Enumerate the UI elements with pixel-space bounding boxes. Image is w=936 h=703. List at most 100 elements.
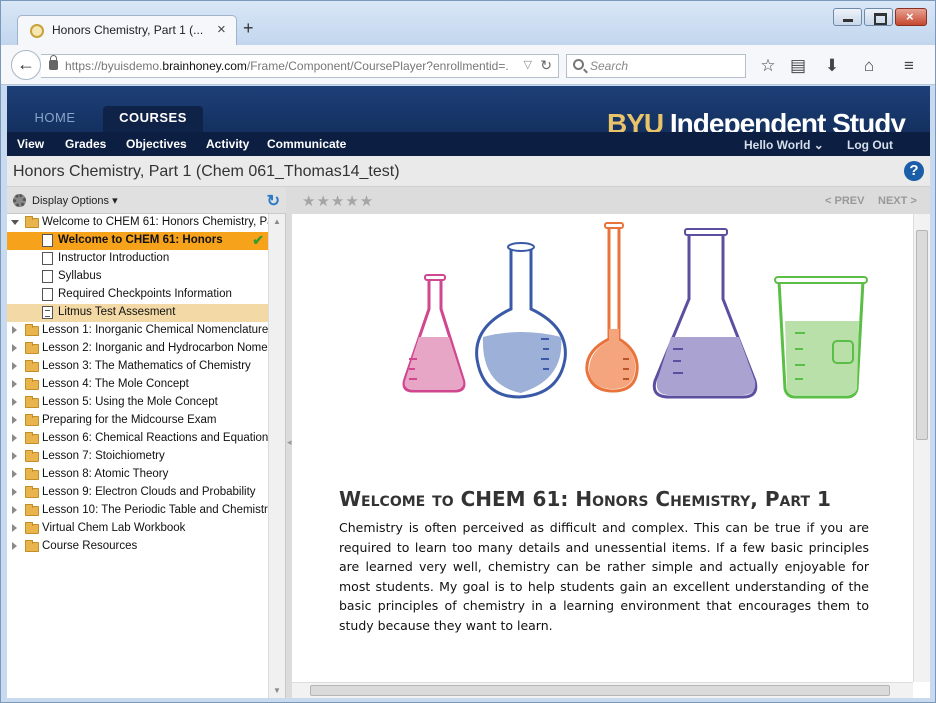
folder-icon: [25, 450, 39, 462]
pink-flask-icon: [402, 274, 466, 393]
tree-folder-lesson-7[interactable]: Lesson 7: Stoichiometry: [7, 448, 269, 466]
expand-icon[interactable]: [12, 344, 17, 352]
folder-icon: [25, 378, 39, 390]
tree-folder-welcome[interactable]: Welcome to CHEM 61: Honors Chemistry, Pa…: [7, 214, 269, 232]
folder-icon: [25, 216, 39, 228]
tree-folder-lesson-5[interactable]: Lesson 5: Using the Mole Concept: [7, 394, 269, 412]
next-button[interactable]: NEXT >: [878, 195, 917, 207]
subnav-view[interactable]: View: [17, 137, 44, 151]
search-placeholder: Search: [590, 59, 629, 73]
subnav-activity[interactable]: Activity: [206, 137, 249, 151]
scroll-up-icon[interactable]: ▲: [273, 217, 281, 226]
tree-folder-chem-lab[interactable]: Virtual Chem Lab Workbook: [7, 520, 269, 538]
expand-icon[interactable]: [12, 416, 17, 424]
tree-folder-lesson-1[interactable]: Lesson 1: Inorganic Chemical Nomenclatur…: [7, 322, 269, 340]
nav-home[interactable]: HOME: [23, 106, 87, 130]
expand-icon[interactable]: [11, 220, 19, 225]
tree-folder-lesson-10[interactable]: Lesson 10: The Periodic Table and Chemis…: [7, 502, 269, 520]
article-body: Chemistry is often perceived as difficul…: [339, 520, 869, 633]
subnav-grades[interactable]: Grades: [65, 137, 106, 151]
home-icon[interactable]: ⌂: [858, 55, 880, 77]
folder-icon: [25, 342, 39, 354]
article-title: Welcome to CHEM 61: Honors Chemistry, Pa…: [339, 487, 831, 511]
new-tab-button[interactable]: +: [243, 18, 254, 39]
tab-close-icon[interactable]: ×: [217, 21, 226, 38]
expand-icon[interactable]: [12, 488, 17, 496]
url-dropdown-icon[interactable]: ▽: [524, 58, 532, 71]
course-outline-sidebar: Display Options ▾ ↻ Welcome to CHEM 61: …: [7, 187, 286, 698]
url-bar[interactable]: https://byuisdemo.brainhoney.com/Frame/C…: [41, 54, 559, 78]
sub-navigation: View Grades Objectives Activity Communic…: [7, 132, 930, 156]
url-text: https://byuisdemo.brainhoney.com/Frame/C…: [65, 59, 509, 73]
orange-flask-icon: [585, 222, 639, 393]
subnav-objectives[interactable]: Objectives: [126, 137, 187, 151]
tree-folder-lesson-4[interactable]: Lesson 4: The Mole Concept: [7, 376, 269, 394]
folder-icon: [25, 414, 39, 426]
tree-folder-lesson-9[interactable]: Lesson 9: Electron Clouds and Probabilit…: [7, 484, 269, 502]
tree-folder-lesson-8[interactable]: Lesson 8: Atomic Theory: [7, 466, 269, 484]
scroll-down-icon[interactable]: ▼: [273, 686, 281, 695]
folder-icon: [25, 468, 39, 480]
refresh-icon[interactable]: ↻: [267, 191, 280, 211]
subnav-communicate[interactable]: Communicate: [267, 137, 346, 151]
expand-icon[interactable]: [12, 506, 17, 514]
expand-icon[interactable]: [12, 470, 17, 478]
expand-icon[interactable]: [12, 362, 17, 370]
close-window-button[interactable]: ×: [895, 8, 927, 26]
bookmark-star-icon[interactable]: ☆: [757, 55, 779, 77]
nav-courses[interactable]: COURSES: [103, 106, 203, 132]
help-icon[interactable]: ?: [904, 161, 924, 181]
tree-folder-lesson-3[interactable]: Lesson 3: The Mathematics of Chemistry: [7, 358, 269, 376]
rating-stars[interactable]: ★★★★★: [302, 192, 374, 210]
expand-icon[interactable]: [12, 542, 17, 550]
reading-list-icon[interactable]: ▤: [787, 55, 809, 77]
grip-icon: ◂: [287, 437, 292, 447]
tree-folder-midcourse[interactable]: Preparing for the Midcourse Exam: [7, 412, 269, 430]
folder-icon: [25, 522, 39, 534]
folder-icon: [25, 360, 39, 372]
horizontal-scrollbar-thumb[interactable]: [310, 685, 890, 696]
tree-folder-resources[interactable]: Course Resources: [7, 538, 269, 556]
tree-item-checkpoints[interactable]: Required Checkpoints Information: [7, 286, 269, 304]
download-icon[interactable]: ⬇: [821, 55, 843, 77]
site-banner: HOME COURSES BYU Independent Study: [7, 86, 930, 139]
gear-icon[interactable]: [13, 194, 26, 207]
folder-icon: [25, 486, 39, 498]
sidebar-header: Display Options ▾ ↻: [7, 187, 286, 214]
menu-icon[interactable]: ≡: [898, 55, 920, 77]
tree-item-instructor[interactable]: Instructor Introduction: [7, 250, 269, 268]
back-button[interactable]: ←: [11, 50, 41, 80]
minimize-button[interactable]: [833, 8, 862, 26]
browser-tab[interactable]: Honors Chemistry, Part 1 (... ×: [17, 15, 237, 46]
prev-button[interactable]: < PREV: [825, 195, 864, 207]
tree-folder-lesson-6[interactable]: Lesson 6: Chemical Reactions and Equatio…: [7, 430, 269, 448]
lock-icon: [49, 55, 58, 70]
expand-icon[interactable]: [12, 398, 17, 406]
expand-icon[interactable]: [12, 434, 17, 442]
scrollbar-thumb[interactable]: [916, 230, 928, 440]
folder-icon: [25, 396, 39, 408]
content-horizontal-scrollbar[interactable]: [292, 682, 913, 698]
window-controls: ×: [833, 8, 927, 26]
search-input[interactable]: Search: [566, 54, 746, 78]
reload-icon[interactable]: ↻: [540, 57, 552, 74]
expand-icon[interactable]: [12, 326, 17, 334]
content-scrollbar[interactable]: [913, 214, 930, 682]
expand-icon[interactable]: [12, 452, 17, 460]
expand-icon[interactable]: [12, 380, 17, 388]
lab-glassware-illustration: [402, 222, 868, 399]
browser-titlebar: Honors Chemistry, Part 1 (... × + ×: [1, 1, 935, 46]
logout-link[interactable]: Log Out: [847, 138, 893, 152]
tree-item-welcome[interactable]: Welcome to CHEM 61: Honors ✔: [7, 232, 269, 250]
display-options-button[interactable]: Display Options ▾: [32, 194, 118, 207]
tree-item-syllabus[interactable]: Syllabus: [7, 268, 269, 286]
maximize-button[interactable]: [864, 8, 893, 26]
tree-folder-lesson-2[interactable]: Lesson 2: Inorganic and Hydrocarbon Nome…: [7, 340, 269, 358]
sidebar-scrollbar[interactable]: ▲ ▼: [268, 214, 285, 698]
expand-icon[interactable]: [12, 524, 17, 532]
user-menu[interactable]: Hello World ⌄: [744, 138, 824, 152]
page-title: Honors Chemistry, Part 1 (Chem 061_Thoma…: [13, 163, 400, 180]
browser-navbar: https://byuisdemo.brainhoney.com/Frame/C…: [1, 45, 935, 85]
blue-flask-icon: [475, 242, 567, 399]
tree-item-litmus[interactable]: Litmus Test Assesment: [7, 304, 269, 322]
